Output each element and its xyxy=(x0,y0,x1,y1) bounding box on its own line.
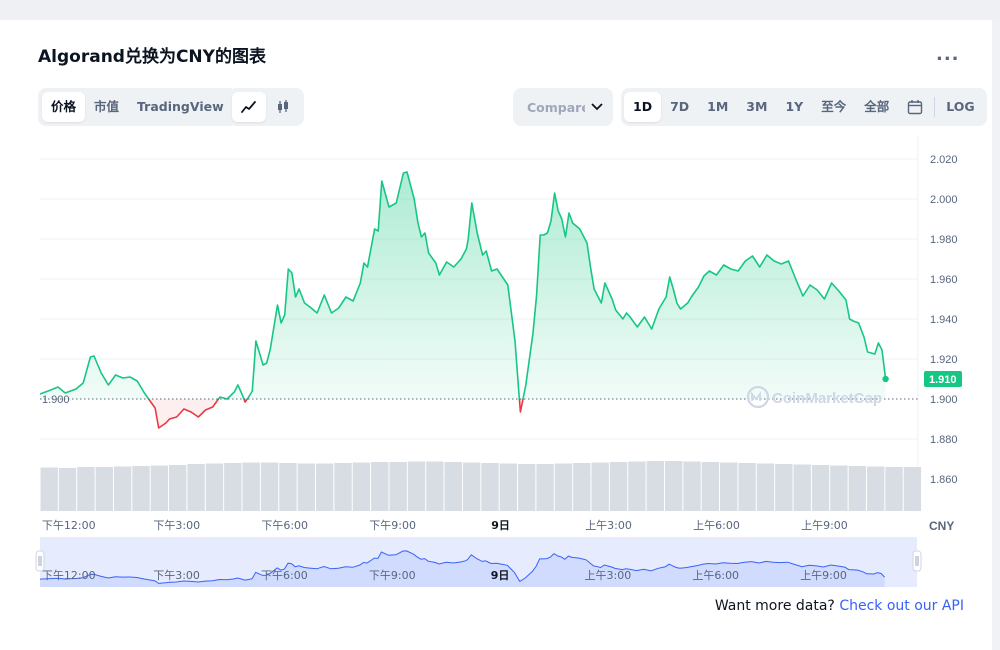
volume-bar xyxy=(811,465,830,511)
volume-bar xyxy=(848,466,866,511)
current-price-label: 1.910 xyxy=(929,374,957,386)
x-tick-label: 上午6:00 xyxy=(693,519,740,532)
volume-bar xyxy=(609,462,628,511)
navigator-handle-left[interactable] xyxy=(35,550,45,572)
volume-bar xyxy=(187,464,205,511)
volume-bar xyxy=(224,463,242,511)
x-tick-label: 上午9:00 xyxy=(801,519,848,532)
volume-bar xyxy=(830,465,848,511)
volume-bar xyxy=(77,467,95,511)
current-price-dot xyxy=(882,375,889,383)
volume-bar xyxy=(591,462,609,511)
x-tick-label: 下午9:00 xyxy=(369,519,416,532)
volume-bar xyxy=(683,461,701,511)
volume-bar xyxy=(169,465,187,511)
volume-bar xyxy=(407,461,426,511)
volume-bar xyxy=(58,468,77,511)
y-tick-label: 1.940 xyxy=(930,314,958,326)
volume-bar xyxy=(536,464,554,511)
volume-bar xyxy=(95,467,113,511)
volume-bar xyxy=(462,462,481,511)
navigator-tick-label: 下午9:00 xyxy=(369,569,416,582)
volume-bar xyxy=(242,462,260,511)
volume-bar xyxy=(701,462,720,511)
volume-bar xyxy=(297,463,315,511)
volume-bar xyxy=(866,466,885,511)
price-area xyxy=(40,172,886,399)
volume-bar xyxy=(260,462,279,511)
volume-bar xyxy=(518,464,536,511)
volume-bar xyxy=(775,464,793,511)
x-tick-label: 9日 xyxy=(491,519,510,532)
x-tick-label: 下午12:00 xyxy=(42,519,96,532)
volume-bar xyxy=(664,461,683,511)
navigator-tick-label: 上午9:00 xyxy=(800,569,847,582)
watermark-text: CoinMarketCap xyxy=(772,390,882,407)
volume-bar xyxy=(499,463,518,511)
volume-bar xyxy=(793,464,811,511)
x-tick-label: 上午3:00 xyxy=(585,519,632,532)
volume-bar xyxy=(628,461,646,511)
volume-bar xyxy=(40,467,58,511)
y-tick-label: 2.000 xyxy=(930,194,958,206)
volume-bar xyxy=(315,463,334,511)
volume-bar xyxy=(352,462,371,511)
volume-bar xyxy=(132,466,150,511)
volume-bar xyxy=(279,463,297,511)
volume-bar xyxy=(646,461,664,511)
currency-label: CNY xyxy=(929,519,954,533)
volume-bar xyxy=(444,462,462,511)
navigator-tick-label: 9日 xyxy=(491,569,510,582)
navigator-tick-label: 上午3:00 xyxy=(585,569,632,582)
volume-bar xyxy=(481,463,499,511)
navigator-tick-label: 下午12:00 xyxy=(42,569,96,582)
volume-bar xyxy=(205,463,224,511)
y-tick-label: 1.980 xyxy=(930,234,958,246)
volume-bar xyxy=(885,467,903,511)
navigator-tick-label: 上午6:00 xyxy=(692,569,739,582)
y-tick-label: 1.860 xyxy=(930,474,958,486)
y-tick-label: 2.020 xyxy=(930,154,958,166)
volume-bar xyxy=(113,466,132,511)
price-chart: 2.020 2.000 1.980 1.960 1.940 1.920 1.900 1.880… xyxy=(35,135,962,587)
navigator-tick-label: 下午3:00 xyxy=(153,569,200,582)
navigator-tick-label: 下午6:00 xyxy=(261,569,308,582)
volume-bar xyxy=(756,463,775,511)
x-tick-label: 下午6:00 xyxy=(261,519,308,532)
volume-bar xyxy=(150,465,169,511)
volume-bar xyxy=(573,463,591,511)
volume-bar xyxy=(738,463,756,511)
y-tick-label: 1.960 xyxy=(930,274,958,286)
volume-bar xyxy=(389,462,407,511)
volume-bar xyxy=(426,461,444,511)
volume-bar xyxy=(334,463,352,511)
y-tick-label: 1.900 xyxy=(930,394,958,406)
y-tick-label: 1.920 xyxy=(930,354,958,366)
volume-bar xyxy=(554,463,573,511)
y-tick-label: 1.880 xyxy=(930,434,958,446)
navigator-handle-right[interactable] xyxy=(912,550,922,572)
volume-bar xyxy=(903,467,922,511)
volume-bar xyxy=(371,462,389,511)
x-tick-label: 下午3:00 xyxy=(153,519,200,532)
volume-bar xyxy=(720,462,738,511)
baseline-label: 1.900 xyxy=(42,394,70,406)
